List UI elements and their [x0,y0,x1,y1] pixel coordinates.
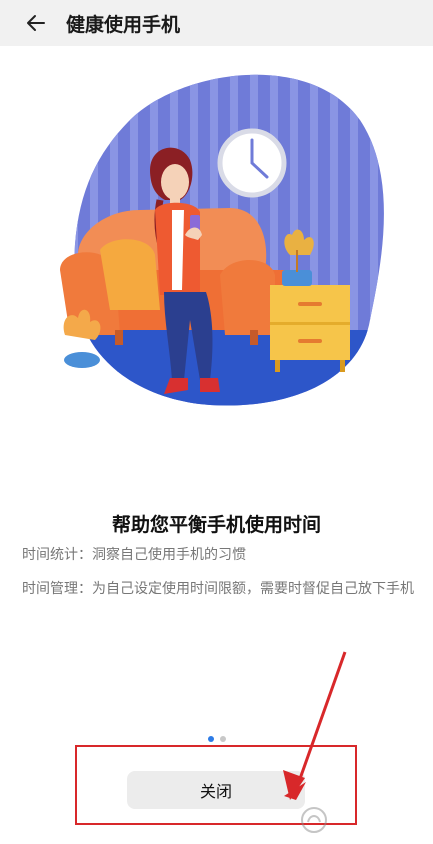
arrow-left-icon [27,15,45,31]
top-app-bar: 健康使用手机 [0,0,433,46]
back-button[interactable] [16,3,56,43]
desc-time-management: 时间管理：为自己设定使用时间限额，需要时督促自己放下手机 [22,581,414,597]
page-dot[interactable] [219,736,226,742]
page-dot-active [207,736,214,742]
page-title: 健康使用手机 [66,13,181,36]
baidu-watermark-logo [300,800,420,840]
side-table [270,285,350,372]
intro-illustration [60,74,384,406]
desc-time-stats: 时间统计：洞察自己使用手机的习惯 [22,547,246,563]
page-indicator [0,736,433,742]
intro-headline: 帮助您平衡手机使用时间 [111,514,321,536]
clock-icon [217,128,287,198]
